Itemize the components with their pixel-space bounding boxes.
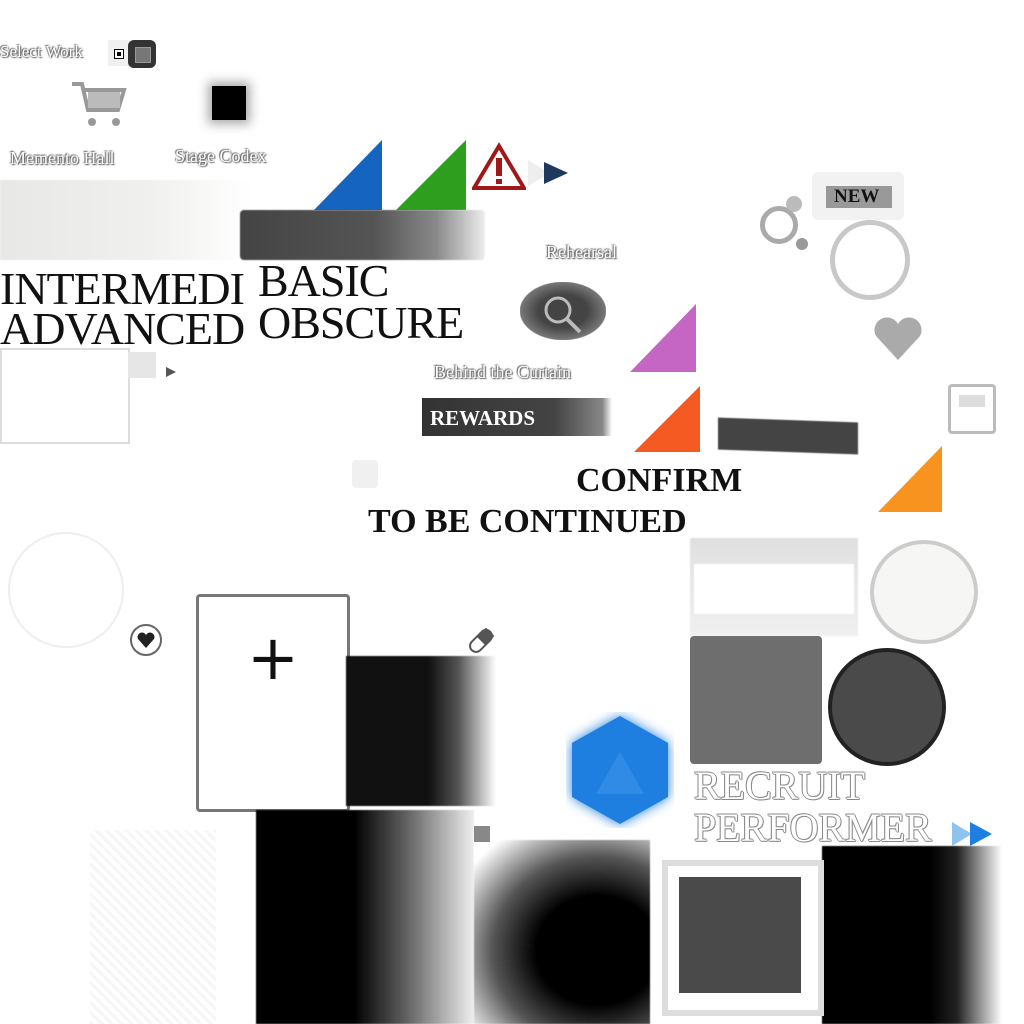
- to-be-continued-label: TO BE CONTINUED: [368, 503, 687, 540]
- difficulty-obscure[interactable]: OBSCURE: [258, 300, 464, 346]
- play-arrow-icon[interactable]: [524, 156, 572, 190]
- heart-circle-icon[interactable]: [130, 624, 162, 656]
- pill-icon: [469, 627, 495, 653]
- hexagon-dice-icon[interactable]: [566, 712, 674, 828]
- image-frame-empty[interactable]: [0, 348, 130, 444]
- ink-block-3: [474, 840, 650, 1024]
- rewards-button[interactable]: REWARDS: [422, 398, 612, 436]
- rewards-label: REWARDS: [430, 406, 536, 430]
- recruit-label[interactable]: RECRUIT: [694, 766, 865, 806]
- search-icon-bg[interactable]: [520, 282, 606, 340]
- rehearsal-label[interactable]: Rehearsal: [546, 242, 617, 263]
- small-box-icon: [128, 352, 156, 378]
- confirm-button[interactable]: CONFIRM: [576, 464, 742, 498]
- blue-triangle-tab[interactable]: [310, 138, 390, 213]
- circle-frame-medium: [870, 540, 978, 644]
- stage-codex-label[interactable]: Stage Codex: [175, 146, 267, 167]
- brush-stroke-dark: [240, 210, 485, 260]
- memento-hall-label[interactable]: Memento Hall: [10, 148, 114, 169]
- brush-stroke-small: [718, 417, 858, 455]
- green-triangle-tab[interactable]: [392, 138, 472, 213]
- dot-icon-small: [796, 238, 808, 250]
- brush-stroke-light: [0, 180, 250, 260]
- shopping-cart-icon[interactable]: [70, 80, 130, 130]
- orange-triangle-tab[interactable]: [874, 444, 946, 516]
- small-square-icon: [474, 826, 490, 842]
- warning-icon: [472, 142, 526, 190]
- difficulty-advanced[interactable]: ADVANCED: [0, 306, 245, 352]
- gray-portrait-slot[interactable]: [690, 636, 822, 764]
- performer-label[interactable]: PERFORMER: [694, 808, 932, 848]
- striped-panel: [90, 830, 216, 1024]
- new-badge: NEW: [834, 186, 880, 207]
- orange-red-triangle-tab[interactable]: [630, 384, 704, 454]
- ink-block-2: [256, 810, 474, 1024]
- behind-the-curtain-label[interactable]: Behind the Curtain: [434, 362, 571, 383]
- purple-triangle-tab[interactable]: [626, 302, 700, 374]
- fast-forward-icon[interactable]: [950, 820, 996, 848]
- small-light-box: [352, 460, 378, 488]
- circle-frame-light: [8, 532, 124, 648]
- search-icon: [544, 296, 582, 334]
- ink-block-4: [822, 846, 1002, 1024]
- toggle-box[interactable]: [108, 40, 130, 66]
- dark-circle-slot[interactable]: [828, 648, 946, 766]
- add-card-button[interactable]: +: [196, 594, 350, 812]
- small-arrow-icon[interactable]: [164, 365, 178, 379]
- framed-slot[interactable]: [662, 860, 824, 1016]
- select-work-label[interactable]: Select Work: [0, 42, 83, 62]
- ink-block-1: [346, 656, 496, 806]
- heart-icon[interactable]: [870, 312, 926, 364]
- new-badge-frame: NEW: [812, 172, 904, 220]
- stage-codex-icon[interactable]: [212, 86, 246, 120]
- box-icon: [948, 384, 996, 434]
- ring-frame-large: [830, 220, 910, 300]
- add-icon: +: [247, 621, 299, 694]
- dot-icon: [786, 196, 802, 212]
- toggle-dark-box[interactable]: [128, 40, 156, 68]
- plaque-light: [690, 538, 858, 636]
